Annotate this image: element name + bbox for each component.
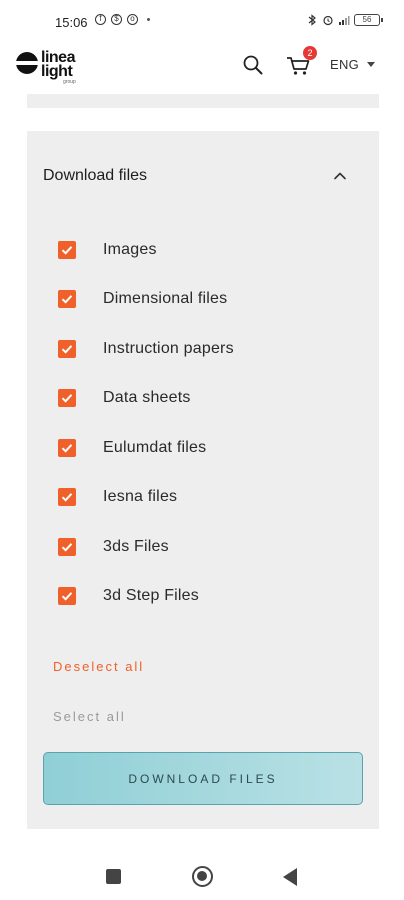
deselect-all-link[interactable]: Deselect all: [53, 659, 144, 674]
more-notifications-icon: [147, 18, 150, 21]
file-option-images[interactable]: Images: [58, 239, 358, 261]
opera-icon: o: [127, 14, 138, 25]
signal-icon: [339, 16, 350, 25]
checkbox[interactable]: [58, 538, 76, 556]
checkmark-icon: [61, 543, 73, 552]
language-selector[interactable]: ENG: [330, 54, 376, 74]
checkbox[interactable]: [58, 241, 76, 259]
cart-button[interactable]: 2: [284, 46, 317, 80]
logo-text-line2: light: [41, 63, 73, 80]
file-option-dimensional-files[interactable]: Dimensional files: [58, 288, 358, 310]
language-label: ENG: [330, 56, 360, 72]
checkmark-icon: [61, 493, 73, 502]
cart-count-badge: 2: [303, 46, 317, 60]
checkmark-icon: [61, 295, 73, 304]
alarm-icon: [323, 15, 333, 26]
notification-icons: f $ o: [95, 14, 150, 25]
download-files-button[interactable]: DOWNLOAD FILES: [43, 752, 363, 805]
checkbox[interactable]: [58, 389, 76, 407]
checkbox[interactable]: [58, 290, 76, 308]
file-option-label: Instruction papers: [103, 340, 234, 357]
checkbox[interactable]: [58, 439, 76, 457]
file-option-label: Data sheets: [103, 389, 191, 406]
file-option-instruction-papers[interactable]: Instruction papers: [58, 338, 358, 360]
file-option-eulumdat-files[interactable]: Eulumdat files: [58, 437, 358, 459]
checkmark-icon: [61, 345, 73, 354]
status-time: 15:06: [55, 15, 88, 30]
file-option-3ds-files[interactable]: 3ds Files: [58, 536, 358, 558]
chevron-down-icon: [367, 61, 376, 67]
file-option-iesna-files[interactable]: Iesna files: [58, 486, 358, 508]
file-option-label: 3ds Files: [103, 538, 169, 555]
facebook-icon: f: [95, 14, 106, 25]
checkbox[interactable]: [58, 488, 76, 506]
file-option-data-sheets[interactable]: Data sheets: [58, 387, 358, 409]
checkmark-icon: [61, 444, 73, 453]
panel-title: Download files: [43, 167, 148, 184]
select-all-link[interactable]: Select all: [53, 709, 126, 724]
dollar-icon: $: [111, 14, 122, 25]
checkmark-icon: [61, 592, 73, 601]
system-nav-bar: [0, 852, 404, 900]
collapse-button[interactable]: [329, 165, 351, 187]
back-icon[interactable]: [283, 868, 297, 886]
checkbox[interactable]: [58, 340, 76, 358]
chevron-up-icon: [334, 172, 346, 180]
system-icons: 56: [306, 14, 383, 26]
file-option-label: Iesna files: [103, 488, 178, 505]
bluetooth-icon: [308, 14, 316, 26]
checkbox[interactable]: [58, 587, 76, 605]
app-header: linea light group 2 ENG: [0, 40, 404, 94]
status-bar: 15:06 f $ o 56: [0, 0, 404, 40]
recent-apps-icon[interactable]: [106, 869, 121, 884]
checkmark-icon: [61, 246, 73, 255]
battery-icon: 56: [354, 14, 383, 26]
download-files-panel: Download files Images Dimensional files …: [27, 131, 379, 829]
file-option-label: Images: [103, 241, 157, 258]
file-option-label: 3d Step Files: [103, 587, 199, 604]
home-icon[interactable]: [192, 866, 213, 887]
logo-mark: [14, 52, 40, 74]
file-option-label: Eulumdat files: [103, 439, 207, 456]
brand-logo[interactable]: linea light group: [14, 46, 85, 88]
search-button[interactable]: [240, 52, 266, 78]
previous-section-panel: [27, 94, 379, 108]
logo-subtext: group: [63, 79, 76, 85]
download-files-label: DOWNLOAD FILES: [128, 771, 278, 786]
file-option-label: Dimensional files: [103, 290, 228, 307]
checkmark-icon: [61, 394, 73, 403]
search-icon: [243, 55, 263, 75]
file-option-3d-step-files[interactable]: 3d Step Files: [58, 585, 358, 607]
